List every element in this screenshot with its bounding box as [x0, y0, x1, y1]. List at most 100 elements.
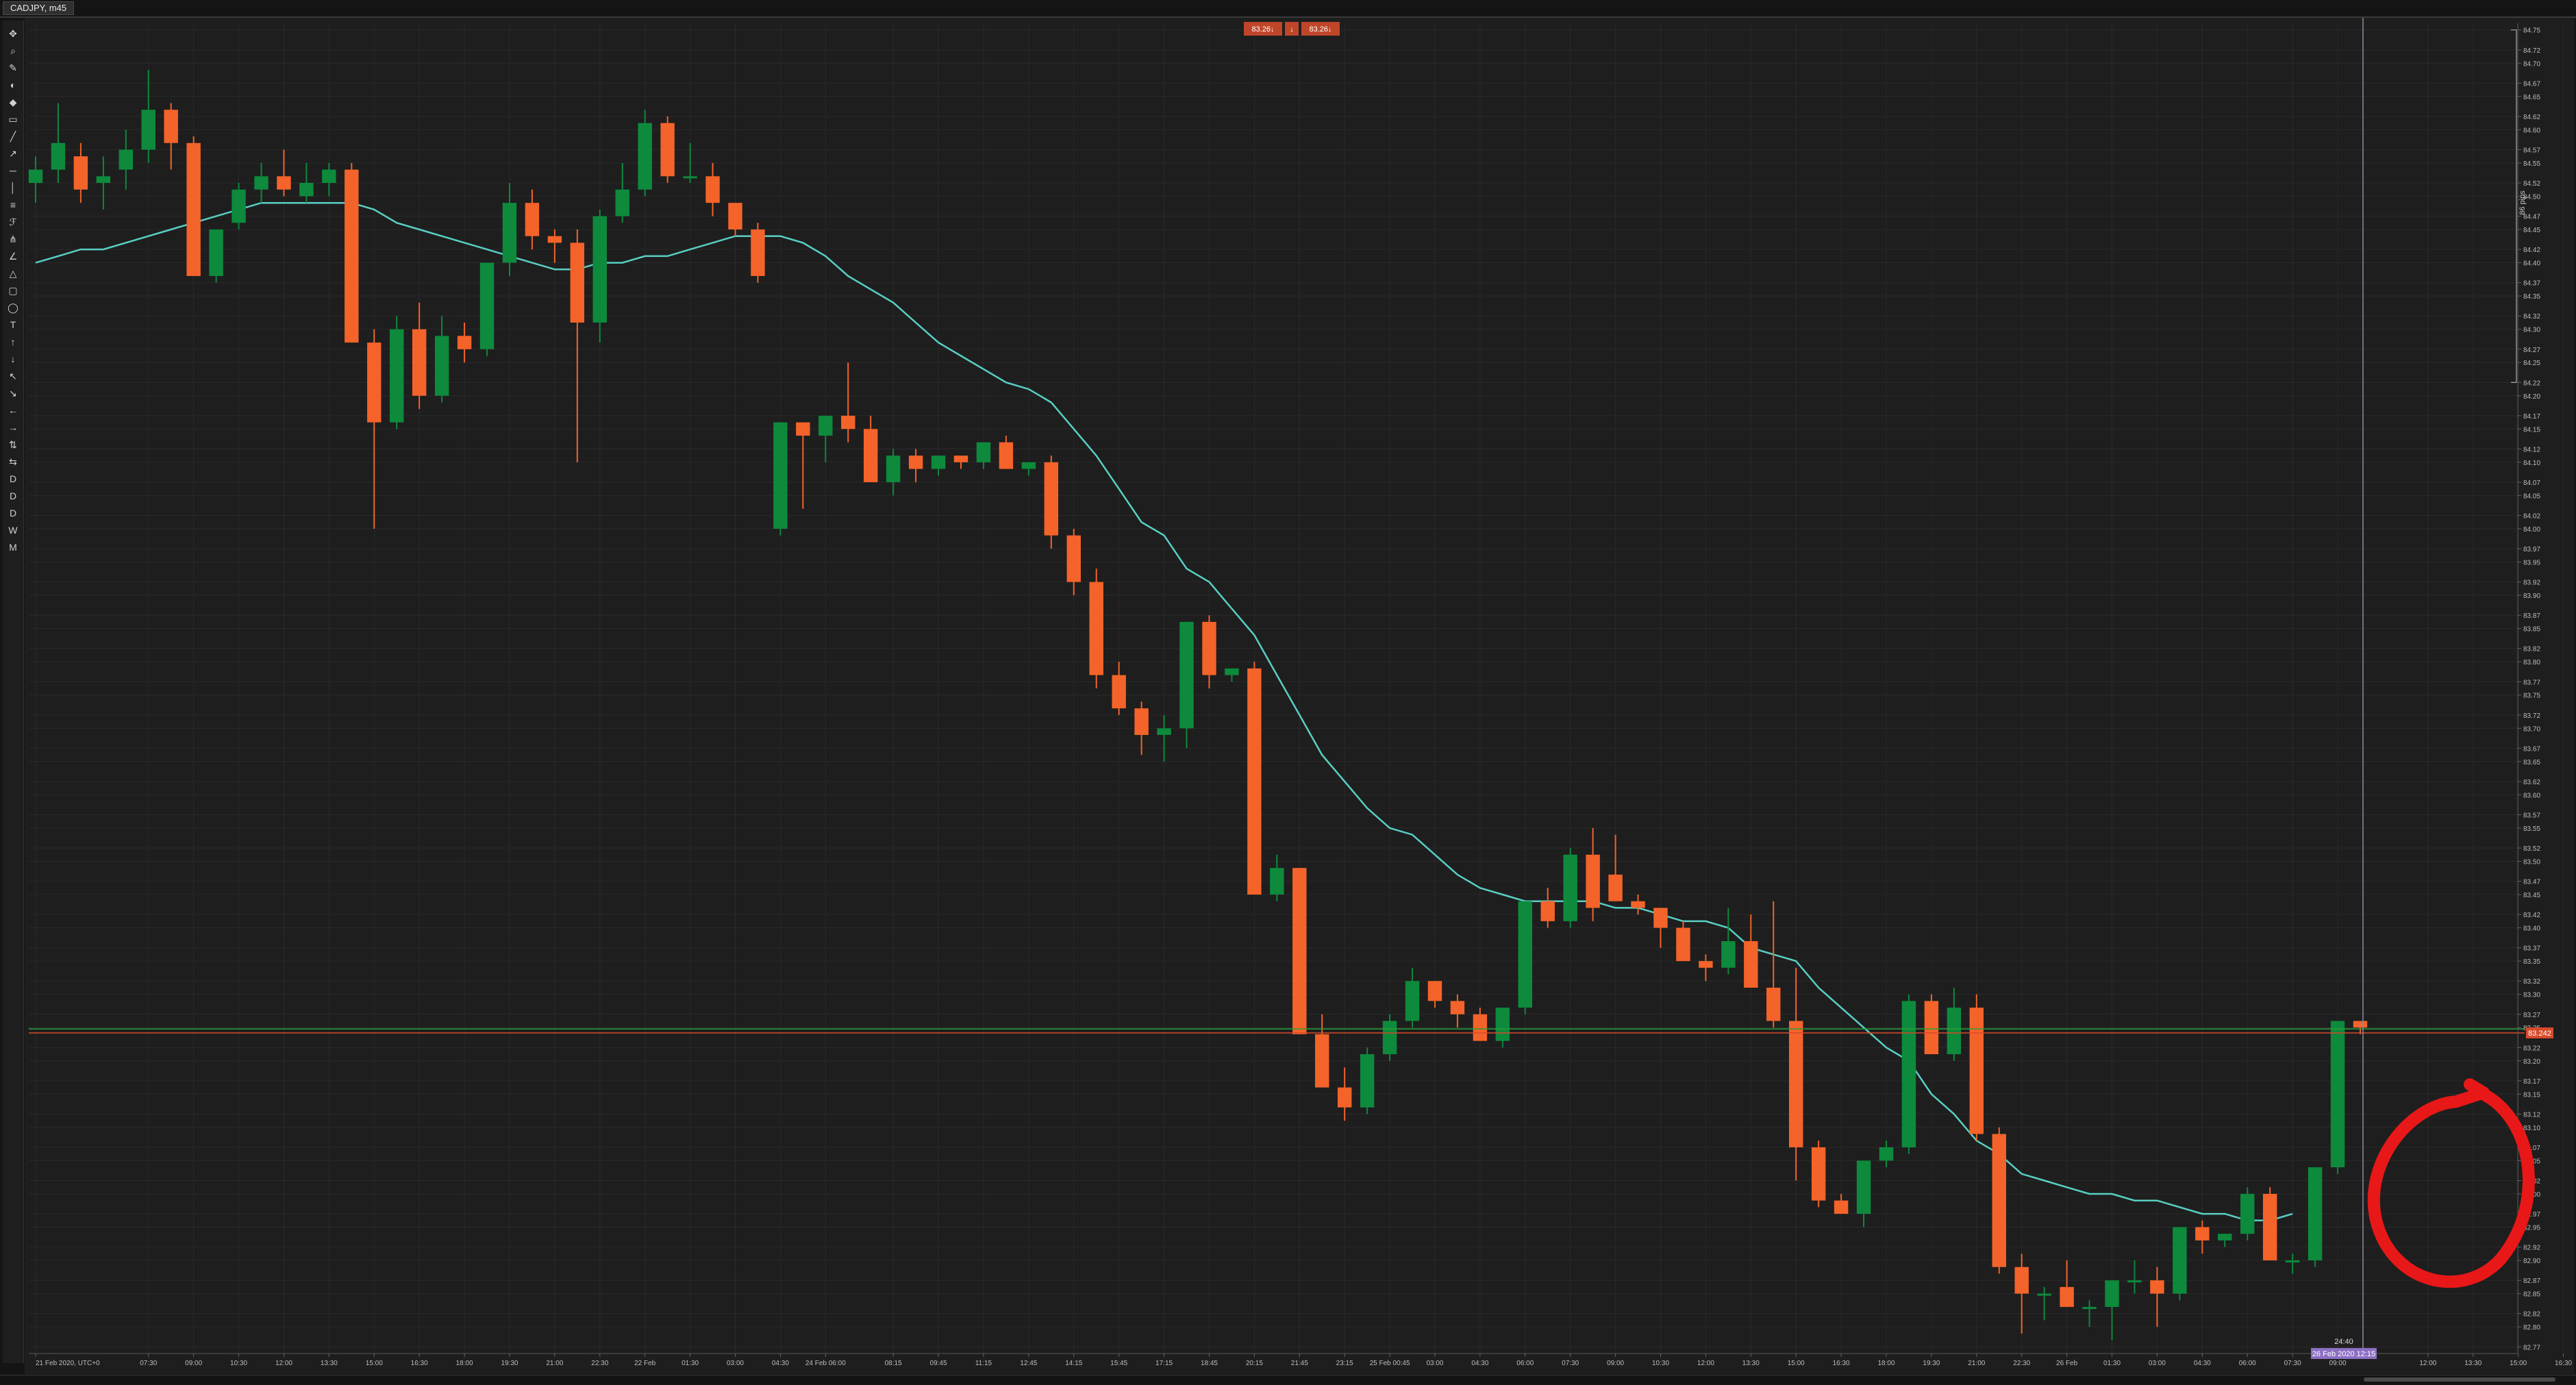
- period-W-icon[interactable]: W: [7, 524, 19, 536]
- candle-body: [1540, 901, 1555, 921]
- arrow-icon[interactable]: ↖: [7, 370, 19, 382]
- candle[interactable]: [232, 183, 246, 230]
- arrow-icon[interactable]: ⇅: [7, 438, 19, 451]
- price-tick-label: 83.22: [2523, 1045, 2540, 1052]
- candle-body: [1157, 728, 1171, 735]
- price-tick-label: 83.50: [2523, 858, 2540, 866]
- price-tick-label: 83.57: [2523, 812, 2540, 819]
- candle[interactable]: [2173, 1227, 2187, 1301]
- period-D-icon[interactable]: D: [7, 473, 19, 485]
- candle-body: [615, 189, 629, 216]
- arrow-icon[interactable]: ↘: [7, 387, 19, 399]
- candle-body: [1856, 1160, 1871, 1214]
- candle[interactable]: [773, 422, 788, 536]
- candle[interactable]: [1518, 901, 1533, 1014]
- arrow-icon[interactable]: ↓: [7, 353, 19, 365]
- period-D-icon[interactable]: D: [7, 507, 19, 519]
- price-tick-label: 84.17: [2523, 413, 2540, 421]
- candle-body: [2014, 1267, 2029, 1294]
- text-icon[interactable]: T: [7, 319, 19, 331]
- candle[interactable]: [1969, 994, 1984, 1141]
- candle[interactable]: [592, 209, 608, 343]
- candle-body: [1405, 981, 1420, 1021]
- candle[interactable]: [1924, 994, 1939, 1055]
- price-tick-label: 83.52: [2523, 845, 2540, 853]
- magnifier-icon[interactable]: ⌕: [7, 45, 19, 57]
- candle[interactable]: [1563, 848, 1577, 928]
- vline-icon[interactable]: │: [7, 182, 19, 194]
- palette-icon[interactable]: ◆: [7, 96, 19, 108]
- candle-body: [1901, 1001, 1916, 1147]
- time-tick-label: 12:00: [1697, 1360, 1714, 1367]
- triangle-icon[interactable]: △: [7, 267, 19, 279]
- chart-tab[interactable]: CADJPY, m45: [3, 1, 75, 15]
- candle[interactable]: [1044, 456, 1059, 549]
- arrow-icon[interactable]: ←: [7, 404, 19, 416]
- candle[interactable]: [345, 162, 359, 343]
- candle[interactable]: [1292, 868, 1307, 1034]
- candle-body: [1202, 621, 1216, 675]
- candle[interactable]: [2308, 1167, 2323, 1267]
- candle[interactable]: [186, 136, 201, 276]
- arrow-icon[interactable]: ⇆: [7, 456, 19, 468]
- rectangle-icon[interactable]: ▢: [7, 284, 19, 297]
- price-tick-label: 83.72: [2523, 712, 2540, 720]
- candle[interactable]: [390, 316, 404, 429]
- price-tick-label: 83.55: [2523, 825, 2540, 833]
- candle[interactable]: [660, 116, 675, 184]
- hline-icon[interactable]: ─: [7, 164, 19, 177]
- time-tick-label: 18:00: [456, 1360, 473, 1367]
- scroll-thumb[interactable]: [2364, 1377, 2555, 1382]
- period-D-icon[interactable]: D: [7, 490, 19, 502]
- candle-body: [1563, 854, 1577, 921]
- pitchfork-icon[interactable]: ⋔: [7, 233, 19, 245]
- candle[interactable]: [1089, 569, 1103, 688]
- price-tick-label: 84.60: [2523, 127, 2540, 134]
- candle[interactable]: [1901, 994, 1916, 1154]
- candle[interactable]: [1382, 1014, 1397, 1061]
- candle[interactable]: [2262, 1187, 2277, 1261]
- arrow-icon[interactable]: ↑: [7, 336, 19, 348]
- candle[interactable]: [479, 262, 495, 356]
- ray-icon[interactable]: ↗: [7, 147, 19, 160]
- candle-body: [841, 415, 855, 429]
- candle[interactable]: [1360, 1047, 1375, 1114]
- candle[interactable]: [1247, 662, 1262, 895]
- candle-body: [547, 236, 562, 243]
- time-tick-label: 03:00: [1426, 1360, 1443, 1367]
- candlestick-chart[interactable]: 84.75 84.72 84.70 84.67 84.65 84.62 84.60 84.57…: [25, 18, 2575, 1374]
- price-tick-label: 84.02: [2523, 513, 2540, 521]
- candle-body: [345, 169, 359, 343]
- candle-body: [51, 142, 66, 170]
- arrow-icon[interactable]: →: [7, 421, 19, 434]
- time-tick-label: 01:30: [681, 1360, 699, 1367]
- horizontal-scrollbar[interactable]: [0, 1375, 2576, 1385]
- pencil-icon[interactable]: ✎: [7, 62, 19, 74]
- fib-icon[interactable]: ℱ: [7, 216, 19, 228]
- price-tick-label: 84.27: [2523, 347, 2540, 354]
- candle[interactable]: [2240, 1187, 2255, 1240]
- ellipse-icon[interactable]: ◯: [7, 301, 19, 314]
- time-tick-label: 06:00: [2239, 1360, 2256, 1367]
- period-M-icon[interactable]: M: [7, 541, 19, 553]
- candle[interactable]: [209, 229, 223, 283]
- time-tick-label: 01:30: [2103, 1360, 2121, 1367]
- candle[interactable]: [1992, 1127, 2006, 1274]
- candle[interactable]: [1811, 1140, 1826, 1208]
- price-tick-label: 84.10: [2523, 460, 2540, 467]
- ruler-icon[interactable]: ▭: [7, 113, 19, 125]
- crosshair-icon[interactable]: ✥: [7, 27, 19, 40]
- price-tick-label: 84.67: [2523, 80, 2540, 88]
- candle-body: [1586, 854, 1600, 908]
- channel-icon[interactable]: ≡: [7, 199, 19, 211]
- price-tick-label: 84.57: [2523, 147, 2540, 154]
- candle[interactable]: [751, 223, 765, 283]
- candle[interactable]: [2330, 1021, 2345, 1174]
- price-tick-label: 82.80: [2523, 1324, 2540, 1332]
- candle-body: [2173, 1227, 2187, 1294]
- line-icon[interactable]: ╱: [7, 130, 19, 142]
- chart-tab-label: CADJPY, m45: [10, 3, 67, 13]
- candle-body: [299, 183, 314, 197]
- drop-icon[interactable]: ◐: [7, 79, 19, 91]
- gann-icon[interactable]: ∠: [7, 250, 19, 262]
